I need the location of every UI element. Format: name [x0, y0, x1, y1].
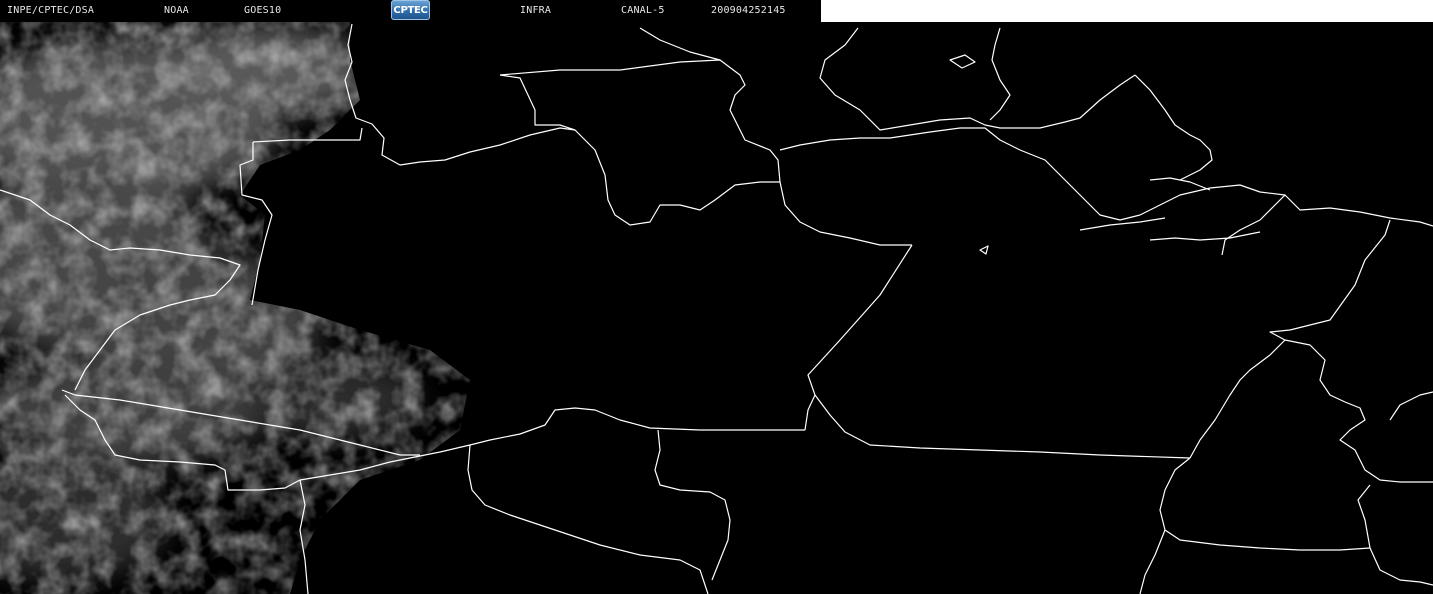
logo-label: CPTEC: [393, 4, 428, 16]
header-satellite: GOES10: [244, 5, 282, 16]
satellite-image-view: INPE/CPTEC/DSA NOAA GOES10 CPTEC INFRA C…: [0, 0, 1433, 594]
cptec-logo-icon: CPTEC: [391, 0, 430, 20]
image-header-bar: INPE/CPTEC/DSA NOAA GOES10 CPTEC INFRA C…: [0, 0, 821, 22]
infrared-map: [0, 22, 1433, 594]
header-channel: CANAL-5: [621, 5, 665, 16]
header-timestamp: 200904252145: [711, 5, 786, 16]
header-institution: INPE/CPTEC/DSA: [7, 5, 95, 16]
header-agency: NOAA: [164, 5, 189, 16]
header-band: INFRA: [520, 5, 552, 16]
header-blank-area: [821, 0, 1433, 22]
